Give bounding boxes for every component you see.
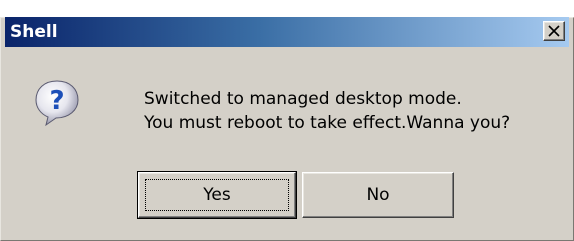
message-text: Switched to managed desktop mode. You mu… xyxy=(144,87,510,135)
message-line-1: Switched to managed desktop mode. xyxy=(144,89,462,109)
no-button-label: No xyxy=(366,185,390,205)
window-title: Shell xyxy=(10,22,58,42)
yes-button[interactable]: Yes xyxy=(137,171,297,219)
close-icon xyxy=(548,25,560,37)
no-button[interactable]: No xyxy=(302,172,454,218)
question-icon: ? xyxy=(32,78,82,128)
title-bar[interactable]: Shell xyxy=(5,17,569,47)
background-strip xyxy=(0,0,574,17)
svg-text:?: ? xyxy=(49,86,64,116)
yes-button-label: Yes xyxy=(203,185,231,205)
message-line-2: You must reboot to take effect.Wanna you… xyxy=(144,113,511,133)
close-button[interactable] xyxy=(543,21,565,41)
